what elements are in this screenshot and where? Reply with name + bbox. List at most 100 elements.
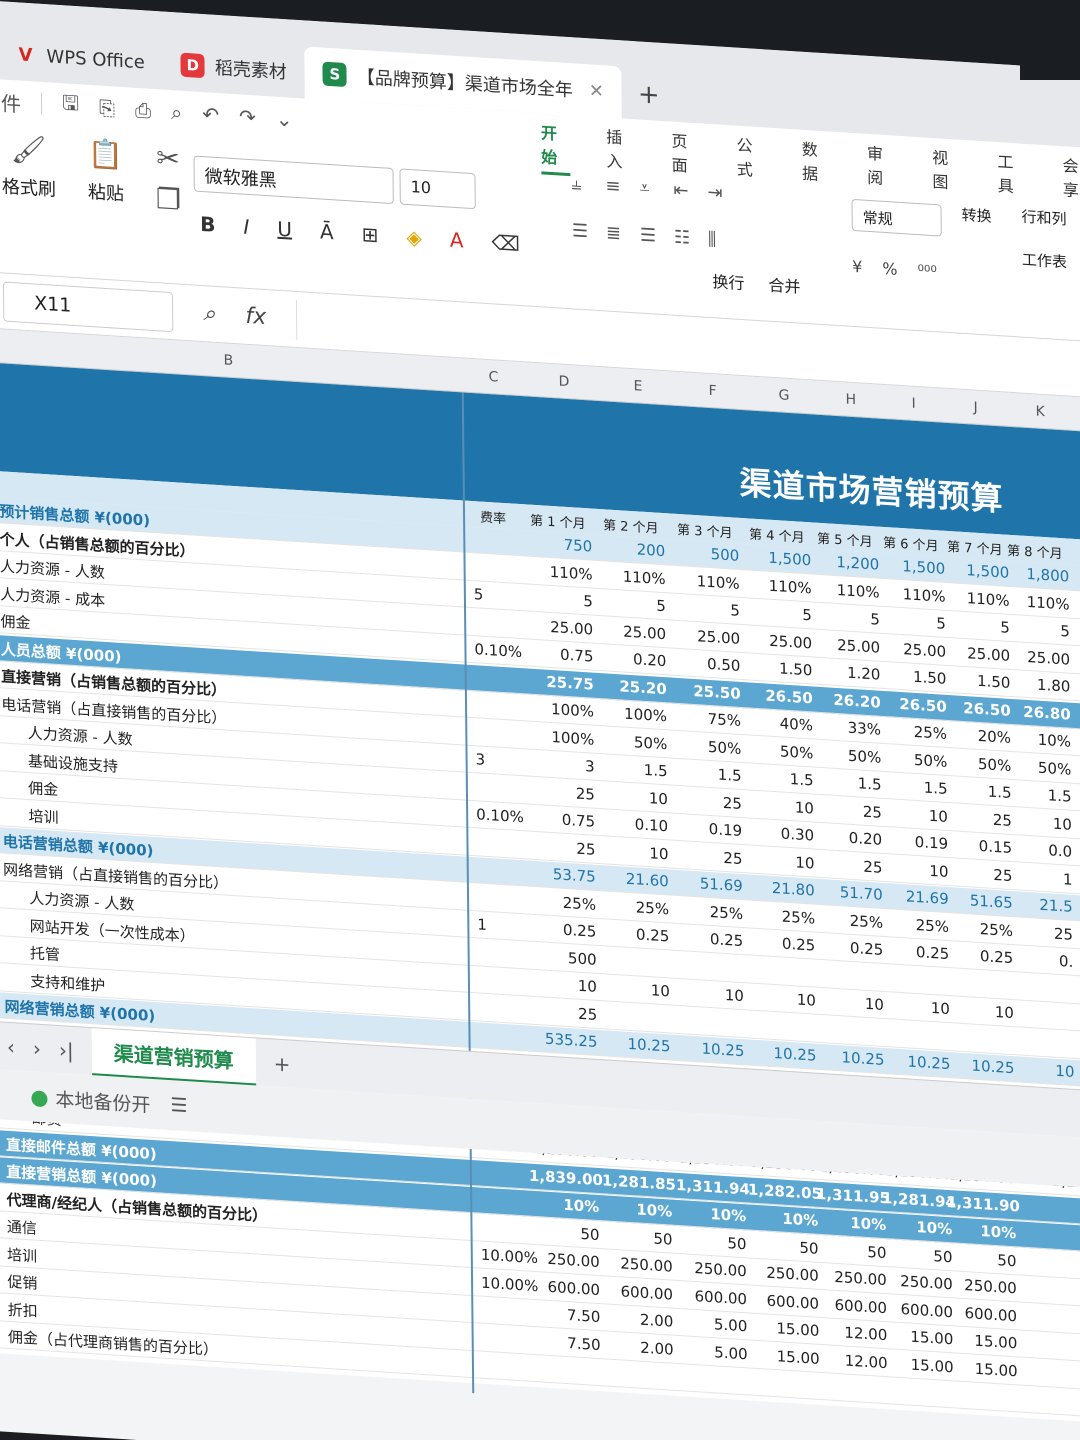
value-cell[interactable]: 10 [880,996,950,1018]
close-icon[interactable]: ✕ [589,80,604,102]
font-size-select[interactable]: 10 [399,168,476,210]
value-cell[interactable]: 1,311.94 [676,1175,750,1198]
value-cell[interactable]: 1.80 [1000,673,1071,696]
value-cell[interactable]: 1,500 [875,555,945,578]
value-cell[interactable]: 10.25 [814,1047,884,1069]
export-icon[interactable]: ⎘ [99,95,115,120]
value-cell[interactable]: 10.25 [600,1033,670,1056]
value-cell[interactable]: 10 [744,850,814,872]
value-cell[interactable]: 10% [946,1220,1016,1242]
value-cell[interactable]: 12.00 [818,1349,888,1372]
value-cell[interactable] [1007,1306,1077,1310]
currency-icon[interactable]: ¥ [852,257,862,277]
value-cell[interactable]: 0.30 [744,822,815,844]
value-cell[interactable]: 51.69 [673,873,743,895]
value-cell[interactable]: 50 [816,1239,886,1261]
value-cell[interactable]: 1,311.95 [816,1184,890,1207]
tab-tools[interactable]: 工具 [997,148,1027,205]
rate-cell[interactable]: 0.10% [474,640,522,661]
value-cell[interactable]: 500 [527,946,597,969]
value-cell[interactable]: 12.00 [817,1322,887,1344]
value-cell[interactable]: 110% [595,565,666,588]
justify-icon[interactable]: ☷ [674,227,708,250]
value-cell[interactable]: 10 [598,785,668,808]
value-cell[interactable]: 25.50 [671,680,741,702]
value-cell[interactable]: 50% [877,748,948,770]
value-cell[interactable]: 25% [599,896,670,918]
value-cell[interactable]: 50% [671,735,742,757]
value-cell[interactable]: 25.00 [742,630,812,652]
zoom-icon[interactable]: ⌕ [203,301,216,327]
value-cell[interactable]: 10.25 [880,1051,950,1073]
value-cell[interactable]: 50% [743,740,814,762]
tab-formula[interactable]: 公式 [736,132,766,189]
italic-button[interactable]: I [243,215,249,239]
value-cell[interactable]: 25% [879,913,950,935]
value-cell[interactable]: 1.5 [743,767,814,790]
value-cell[interactable]: 110% [999,591,1070,613]
value-cell[interactable]: 1.5 [811,771,882,794]
value-cell[interactable]: 100% [524,698,594,721]
tab-insert[interactable]: 插入 [606,123,636,180]
backup-status[interactable]: 本地备份开 [31,1083,151,1118]
value-cell[interactable]: 100% [597,703,667,726]
value-cell[interactable]: 15.00 [947,1330,1017,1353]
value-cell[interactable]: 0.20 [812,826,883,849]
value-cell[interactable]: 10% [602,1198,672,1220]
value-cell[interactable]: 25 [525,836,595,858]
thousands-icon[interactable]: ⁰⁰⁰ [917,261,936,281]
strikethrough-icon[interactable]: Ā [320,219,334,244]
value-cell[interactable]: 0.75 [525,808,596,831]
value-cell[interactable]: 500 [669,542,740,565]
column-header[interactable]: D [558,373,569,390]
value-cell[interactable]: 25 [672,790,742,812]
print-preview-icon[interactable]: ⌕ [171,100,182,125]
align-top-icon[interactable]: ⫨ [571,173,605,196]
value-cell[interactable]: 110% [875,583,946,606]
align-left-icon[interactable]: ☰ [572,220,606,243]
value-cell[interactable]: 10% [748,1207,818,1230]
value-cell[interactable]: 5 [876,610,946,633]
value-cell[interactable]: 25.00 [670,625,740,648]
value-cell[interactable]: 10% [1001,728,1072,751]
value-cell[interactable] [818,1377,888,1381]
value-cell[interactable]: 600.00 [817,1294,887,1316]
value-cell[interactable]: 21.80 [745,877,815,900]
column-header[interactable]: B [224,352,234,369]
value-cell[interactable]: 0.20 [596,648,667,670]
value-cell[interactable]: 0.25 [526,918,597,941]
value-cell[interactable] [1008,1389,1078,1393]
value-cell[interactable]: 600.00 [947,1302,1017,1325]
value-cell[interactable]: 25.20 [597,675,667,698]
value-cell[interactable]: 21.60 [599,868,669,891]
value-cell[interactable] [750,1373,820,1377]
value-cell[interactable] [879,968,949,972]
value-cell[interactable]: 10 [878,803,948,825]
value-cell[interactable]: 10 [814,992,884,1014]
value-cell[interactable]: 50 [602,1226,672,1248]
tab-docer[interactable]: D 稻壳素材 [163,37,306,98]
value-cell[interactable]: 0.19 [672,818,743,840]
value-cell[interactable]: 1,311.90 [946,1192,1020,1215]
value-cell[interactable]: 0.75 [523,643,594,666]
value-cell[interactable]: 0.25 [745,932,816,955]
value-cell[interactable]: 600.00 [677,1285,747,1308]
value-cell[interactable]: 25.00 [523,616,593,638]
value-cell[interactable]: 33% [811,716,882,739]
convert-button[interactable]: 转换 [961,204,991,227]
value-cell[interactable]: 10 [944,1000,1014,1022]
distributed-icon[interactable]: ⫼ [708,229,742,252]
undo-icon[interactable]: ↶ [202,102,219,127]
column-header[interactable]: I [911,396,915,412]
value-cell[interactable]: 25 [812,799,882,821]
value-cell[interactable]: 0.25 [879,941,950,963]
value-cell[interactable]: 10 [600,978,670,1000]
value-cell[interactable] [600,1006,670,1010]
value-cell[interactable]: 250.00 [947,1275,1017,1297]
percent-icon[interactable]: % [882,259,897,279]
value-cell[interactable]: 0.25 [673,928,744,950]
add-sheet-button[interactable]: + [274,1051,291,1076]
value-cell[interactable]: 0. [1003,948,1074,971]
spreadsheet-grid[interactable]: 渠道市场营销预算 费率 第 1 个月第 2 个月第 3 个月第 4 个月第 5 … [0,362,1080,1425]
value-cell[interactable]: 0.25 [599,923,670,945]
